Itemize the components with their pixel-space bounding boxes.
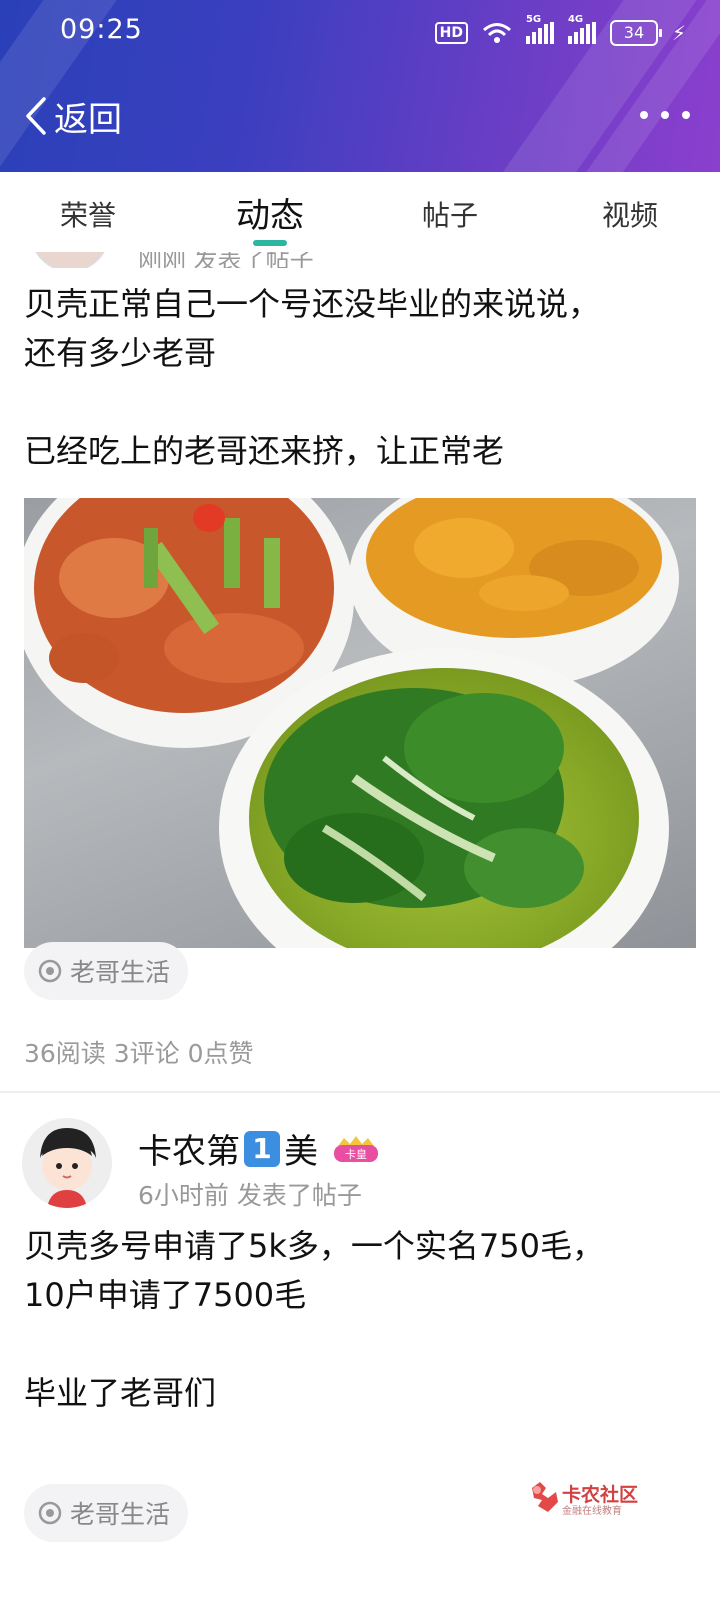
topic-tag-label: 老哥生活 xyxy=(70,958,171,987)
post-text[interactable]: 贝壳正常自己一个号还没毕业的来说说， 还有多少老哥 已经吃上的老哥还来挤，让正常… xyxy=(24,280,696,476)
more-dot-icon xyxy=(682,111,690,119)
avatar-illustration xyxy=(22,1118,112,1208)
topic-tag-icon xyxy=(38,1501,62,1525)
topic-tag[interactable]: 老哥生活 xyxy=(24,1484,189,1542)
watermark-puzzle-icon xyxy=(532,1482,558,1512)
tab-activity[interactable]: 动态 xyxy=(236,188,304,237)
profile-tabs: 荣誉 动态 帖子 视频 xyxy=(0,172,720,252)
post-meta: 刚刚 发表了帖子 xyxy=(138,252,314,268)
food-photo-illustration xyxy=(24,498,679,948)
status-time: 09:25 xyxy=(60,14,143,45)
activity-feed[interactable]: 刚刚 发表了帖子 贝壳正常自己一个号还没毕业的来说说， 还有多少老哥 已经吃上的… xyxy=(0,252,720,1612)
topic-tag-icon xyxy=(38,959,62,983)
tab-videos[interactable]: 视频 xyxy=(602,194,658,234)
active-tab-indicator xyxy=(253,240,287,246)
signal-4g-icon: 4G xyxy=(567,14,596,44)
chevron-left-icon xyxy=(26,97,46,135)
topic-tag-label: 老哥生活 xyxy=(70,1500,171,1529)
vip-crown-badge-icon: 卡皇 xyxy=(334,1135,378,1162)
signal-5g-icon: 5G xyxy=(525,14,554,44)
tab-posts[interactable]: 帖子 xyxy=(422,194,478,234)
status-bar: 09:25 HD 5G 4G 34 ⚡ xyxy=(0,0,720,64)
post-meta: 6小时前 发表了帖子 xyxy=(138,1181,362,1210)
keycap-number: 1 xyxy=(244,1130,280,1167)
back-button[interactable]: 返回 xyxy=(22,92,122,140)
app-header: 09:25 HD 5G 4G 34 ⚡ 返回 xyxy=(0,0,720,172)
post-divider xyxy=(0,1091,720,1093)
hd-voice-icon: HD xyxy=(434,22,468,44)
svg-text:卡皇: 卡皇 xyxy=(345,1147,367,1161)
watermark-logo: 卡农社区 金融在线教育 xyxy=(528,1480,648,1520)
avatar[interactable] xyxy=(30,252,110,268)
topic-tag[interactable]: 老哥生活 xyxy=(24,942,189,1000)
post-text[interactable]: 贝壳多号申请了5k多，一个实名750毛， 10户申请了7500毛 毕业了老哥们 xyxy=(24,1222,696,1418)
charging-icon: ⚡ xyxy=(671,21,686,45)
tab-honor[interactable]: 荣誉 xyxy=(60,194,116,234)
battery-icon: 34 xyxy=(609,20,662,46)
post-stats: 36阅读 3评论 0点赞 xyxy=(24,1039,254,1068)
author-name[interactable]: 卡农第 1 美 卡皇 xyxy=(138,1124,380,1173)
more-dot-icon xyxy=(640,111,648,119)
post-header: 刚刚 发表了帖子 xyxy=(0,252,720,268)
back-label: 返回 xyxy=(54,99,122,140)
avatar[interactable] xyxy=(22,1118,112,1208)
more-dot-icon xyxy=(661,111,669,119)
status-icons: HD 5G 4G 34 ⚡ xyxy=(434,14,686,48)
wifi-icon xyxy=(482,23,511,43)
more-options-button[interactable] xyxy=(640,100,690,130)
post-image[interactable] xyxy=(24,498,696,948)
